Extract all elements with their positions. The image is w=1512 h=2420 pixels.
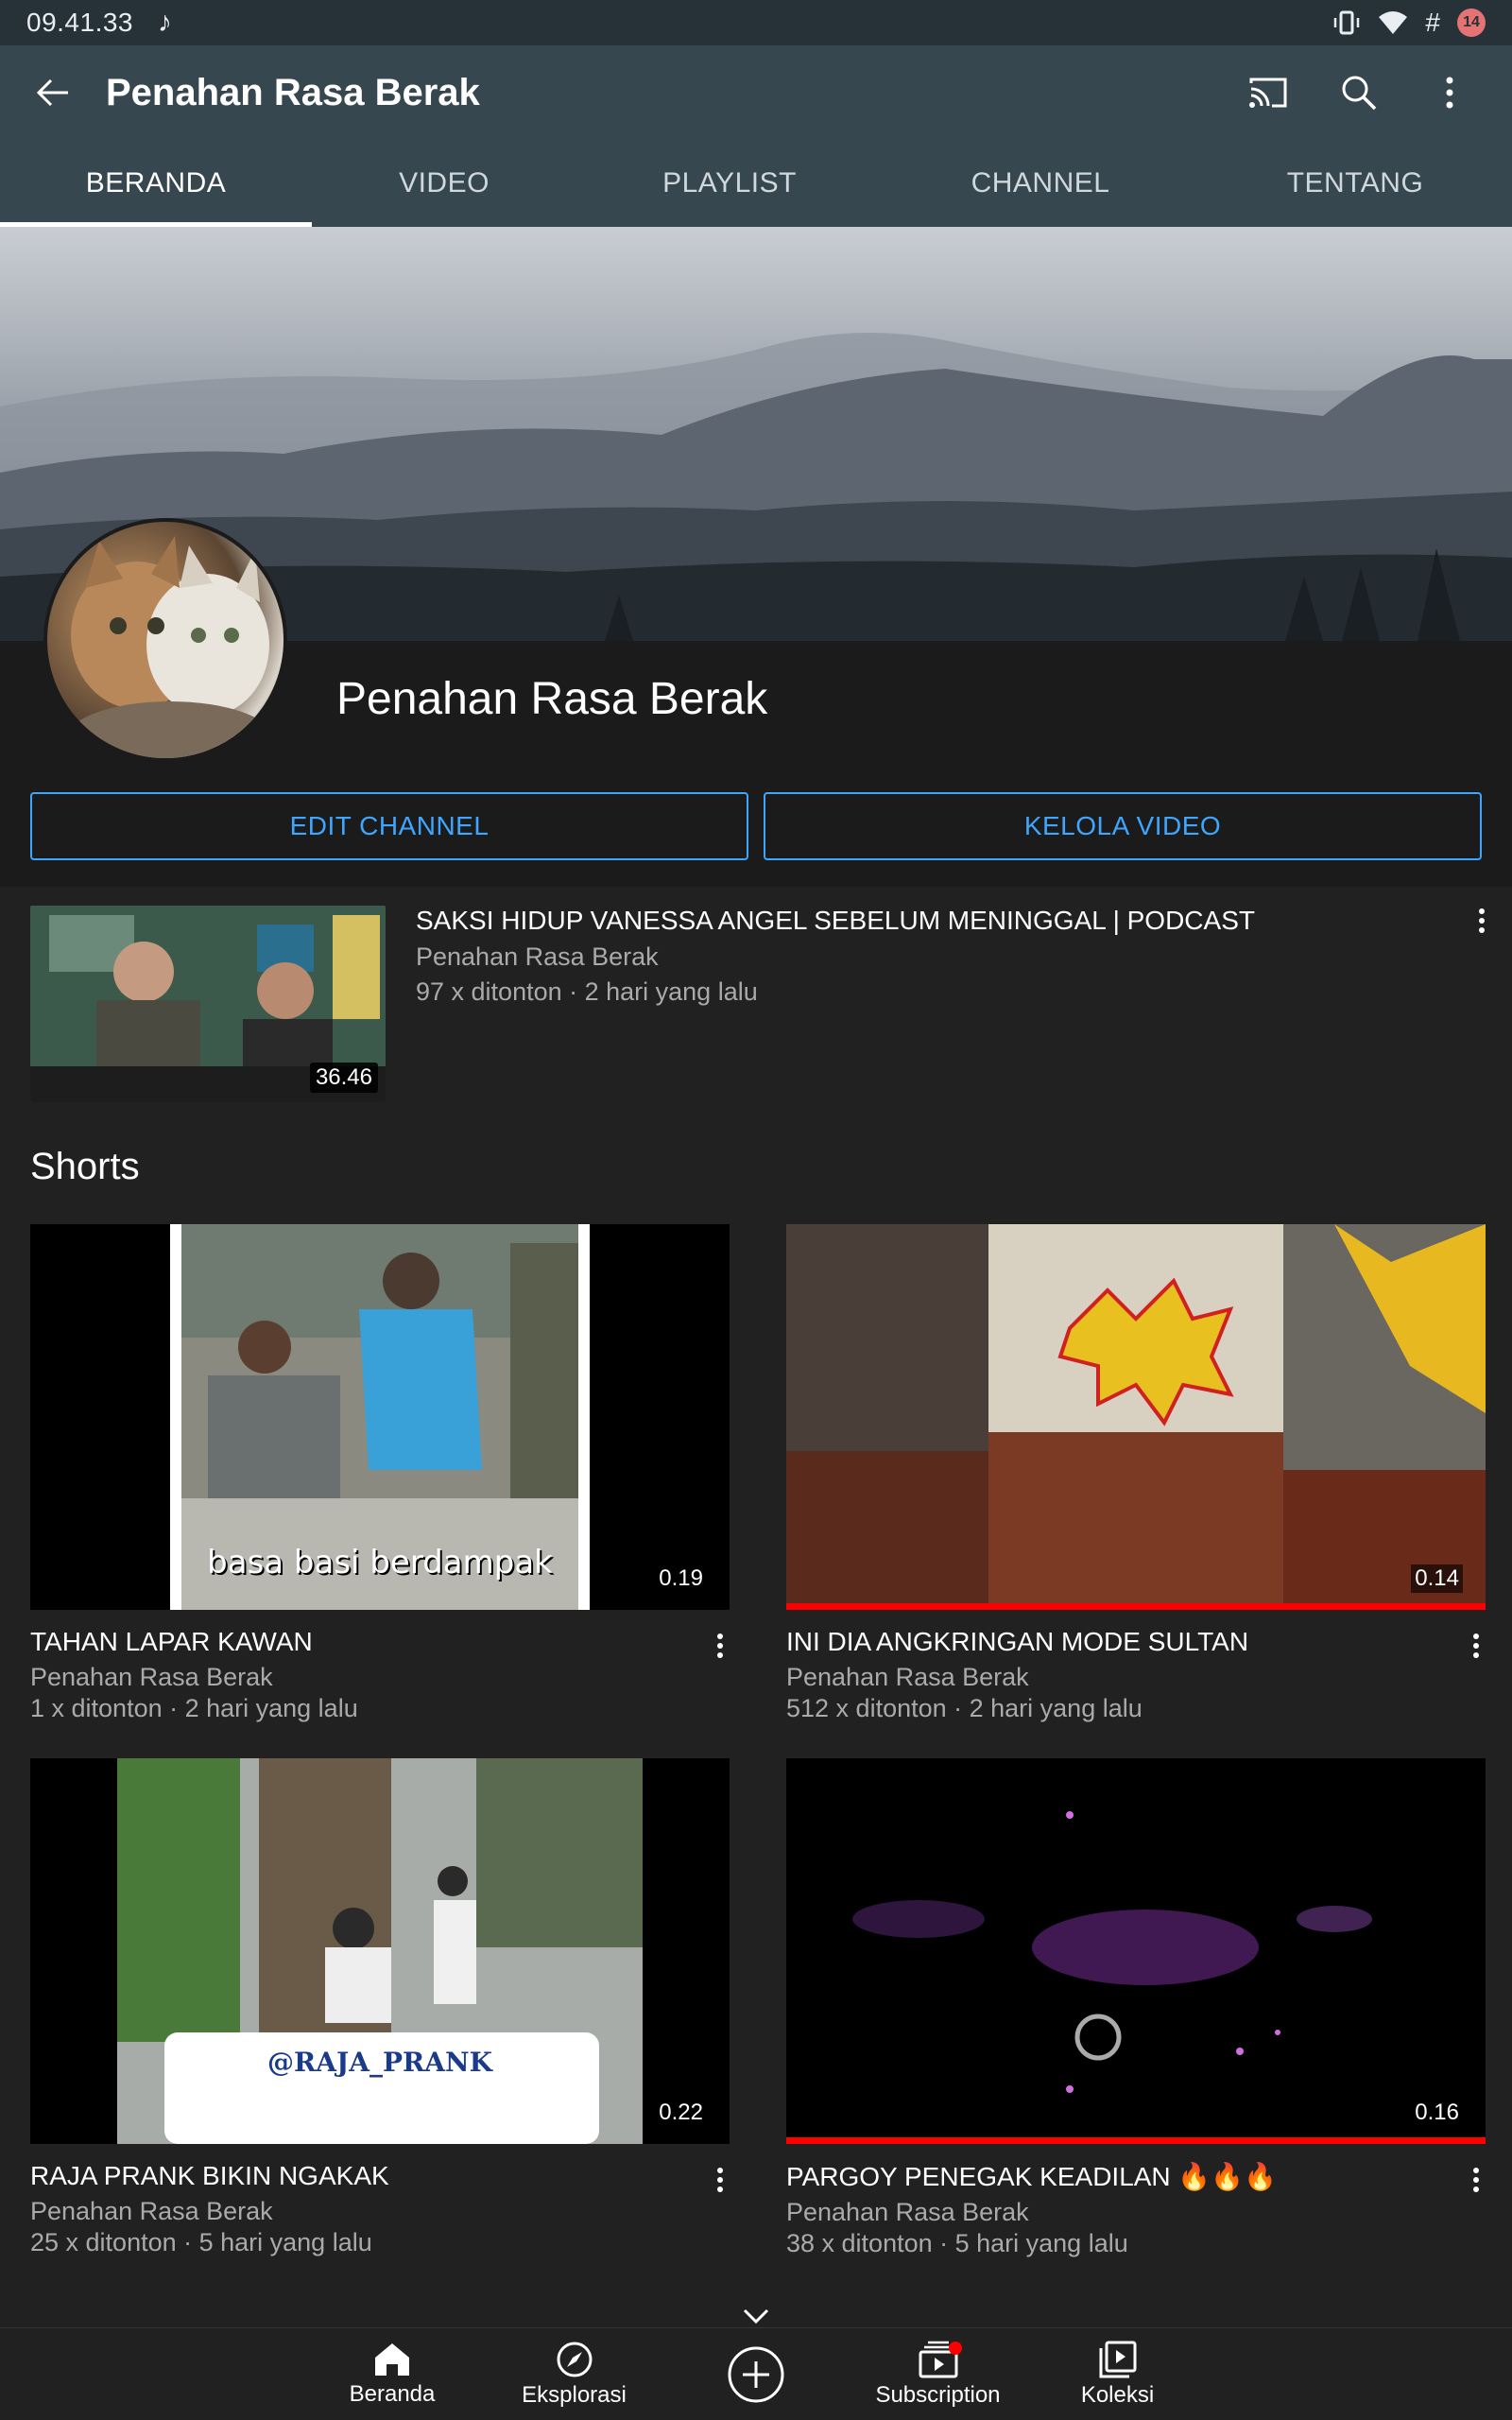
featured-video-title[interactable]: SAKSI HIDUP VANESSA ANGEL SEBELUM MENING… xyxy=(416,906,1255,936)
short-channel: Penahan Rasa Berak xyxy=(786,2198,1029,2226)
battery-badge: 14 xyxy=(1457,9,1486,37)
short-title[interactable]: INI DIA ANGKRINGAN MODE SULTAN xyxy=(786,1627,1486,1657)
short-thumbnail[interactable]: 0.14 xyxy=(786,1224,1486,1610)
new-content-dot xyxy=(949,2342,962,2355)
status-time: 09.41.33 xyxy=(26,8,133,37)
more-vert-icon xyxy=(1473,2168,1479,2192)
short-meta: 38 x ditonton · 5 hari yang lalu xyxy=(786,2229,1128,2257)
search-button[interactable] xyxy=(1314,45,1404,140)
cast-button[interactable] xyxy=(1223,45,1314,140)
short-meta: 512 x ditonton · 2 hari yang lalu xyxy=(786,1694,1143,1722)
tab-channel[interactable]: CHANNEL xyxy=(883,140,1198,227)
featured-video-channel: Penahan Rasa Berak xyxy=(416,942,659,971)
manage-videos-button[interactable]: KELOLA VIDEO xyxy=(764,792,1482,860)
short-thumbnail[interactable]: basa basi berdampak 0.19 xyxy=(30,1224,730,1610)
short-more-button[interactable] xyxy=(701,2157,739,2203)
more-vert-icon xyxy=(1473,1634,1479,1658)
short-overlay-text: basa basi berdampak xyxy=(207,1544,553,1582)
tab-playlist[interactable]: PLAYLIST xyxy=(576,140,883,227)
short-more-button[interactable] xyxy=(701,1623,739,1668)
nav-label: Beranda xyxy=(349,2381,436,2407)
more-vert-icon xyxy=(717,1634,723,1658)
short-duration: 0.14 xyxy=(1411,1564,1463,1593)
library-icon xyxy=(1099,2341,1136,2378)
short-title[interactable]: PARGOY PENEGAK KEADILAN 🔥🔥🔥 xyxy=(786,2161,1486,2192)
short-channel: Penahan Rasa Berak xyxy=(786,1663,1029,1691)
short-watch-progress xyxy=(786,2137,1486,2144)
wifi-icon xyxy=(1379,11,1408,34)
more-vert-icon xyxy=(717,2168,723,2192)
app-title: Penahan Rasa Berak xyxy=(106,71,480,113)
short-title[interactable]: RAJA PRANK BIKIN NGAKAK xyxy=(30,2161,730,2191)
nav-beranda[interactable]: Beranda xyxy=(331,2328,454,2420)
short-more-button[interactable] xyxy=(1457,2157,1495,2203)
nav-label: Subscription xyxy=(875,2382,1001,2408)
short-duration: 0.22 xyxy=(655,2099,707,2127)
channel-tabs: BERANDA VIDEO PLAYLIST CHANNEL TENTANG xyxy=(0,140,1512,227)
short-item[interactable]: 0.14 INI DIA ANGKRINGAN MODE SULTAN Pena… xyxy=(786,1224,1486,1723)
search-icon xyxy=(1342,76,1377,111)
nav-subscription[interactable]: Subscription xyxy=(860,2328,1016,2420)
music-note-icon: ♪ xyxy=(158,7,172,38)
overflow-menu-button[interactable] xyxy=(1404,45,1495,140)
short-duration: 0.16 xyxy=(1411,2099,1463,2127)
edit-channel-button[interactable]: EDIT CHANNEL xyxy=(30,792,748,860)
short-item[interactable]: 0.16 PARGOY PENEGAK KEADILAN 🔥🔥🔥 Penahan… xyxy=(786,1758,1486,2258)
short-watch-progress xyxy=(786,1603,1486,1610)
tab-tentang[interactable]: TENTANG xyxy=(1198,140,1512,227)
short-thumbnail-image xyxy=(117,1758,643,2144)
short-overlay-text: @RAJA_PRANK xyxy=(267,2047,492,2078)
short-thumbnail-image xyxy=(786,1758,1486,2144)
channel-name: Penahan Rasa Berak xyxy=(336,674,768,724)
app-bar: Penahan Rasa Berak xyxy=(0,45,1512,140)
nav-eksplorasi[interactable]: Eksplorasi xyxy=(510,2328,638,2420)
short-duration: 0.19 xyxy=(655,1564,707,1593)
short-title[interactable]: TAHAN LAPAR KAWAN xyxy=(30,1627,730,1657)
featured-video-more-button[interactable] xyxy=(1463,898,1501,943)
short-more-button[interactable] xyxy=(1457,1623,1495,1668)
tab-video[interactable]: VIDEO xyxy=(312,140,576,227)
create-icon xyxy=(728,2346,784,2403)
short-thumbnail[interactable]: 0.16 xyxy=(786,1758,1486,2144)
back-button[interactable] xyxy=(0,45,106,140)
featured-video-meta: 97 x ditonton · 2 hari yang lalu xyxy=(416,977,758,1006)
short-channel: Penahan Rasa Berak xyxy=(30,1663,273,1691)
short-thumbnail[interactable]: @RAJA_PRANK 0.22 xyxy=(30,1758,730,2144)
channel-avatar[interactable] xyxy=(43,518,287,762)
short-meta: 25 x ditonton · 5 hari yang lalu xyxy=(30,2228,372,2256)
arrow-back-icon xyxy=(36,78,68,107)
short-item[interactable]: @RAJA_PRANK 0.22 RAJA PRANK BIKIN NGAKAK… xyxy=(30,1758,730,2257)
nav-label: Eksplorasi xyxy=(522,2382,627,2408)
more-vert-icon xyxy=(1479,908,1485,933)
featured-video-thumbnail[interactable]: 36.46 xyxy=(30,906,386,1102)
nav-label: Koleksi xyxy=(1080,2382,1155,2408)
more-vert-icon xyxy=(1446,77,1453,109)
vibrate-icon xyxy=(1334,10,1360,35)
short-item[interactable]: basa basi berdampak 0.19 TAHAN LAPAR KAW… xyxy=(30,1224,730,1723)
hash-indicator: # xyxy=(1425,8,1440,37)
status-icons: # 14 xyxy=(1332,8,1486,38)
app-actions xyxy=(1223,45,1495,140)
bottom-navigation: Beranda Eksplorasi Subscription Koleksi xyxy=(0,2327,1512,2420)
tab-beranda[interactable]: BERANDA xyxy=(0,140,312,227)
nav-koleksi[interactable]: Koleksi xyxy=(1058,2328,1177,2420)
shorts-section-title: Shorts xyxy=(30,1146,140,1187)
short-meta: 1 x ditonton · 2 hari yang lalu xyxy=(30,1694,358,1722)
nav-create[interactable] xyxy=(714,2328,798,2420)
explore-icon xyxy=(557,2342,592,2377)
short-channel: Penahan Rasa Berak xyxy=(30,2197,273,2225)
home-icon xyxy=(375,2343,409,2376)
status-bar: 09.41.33 ♪ # 14 xyxy=(0,0,1512,45)
cast-icon xyxy=(1249,78,1287,108)
cat-avatar-image xyxy=(66,536,274,758)
short-thumbnail-image xyxy=(786,1224,1486,1610)
featured-video-duration: 36.46 xyxy=(309,1063,378,1093)
chevron-down-icon[interactable] xyxy=(741,2307,771,2325)
featured-video[interactable]: 36.46 SAKSI HIDUP VANESSA ANGEL SEBELUM … xyxy=(0,889,1512,1106)
